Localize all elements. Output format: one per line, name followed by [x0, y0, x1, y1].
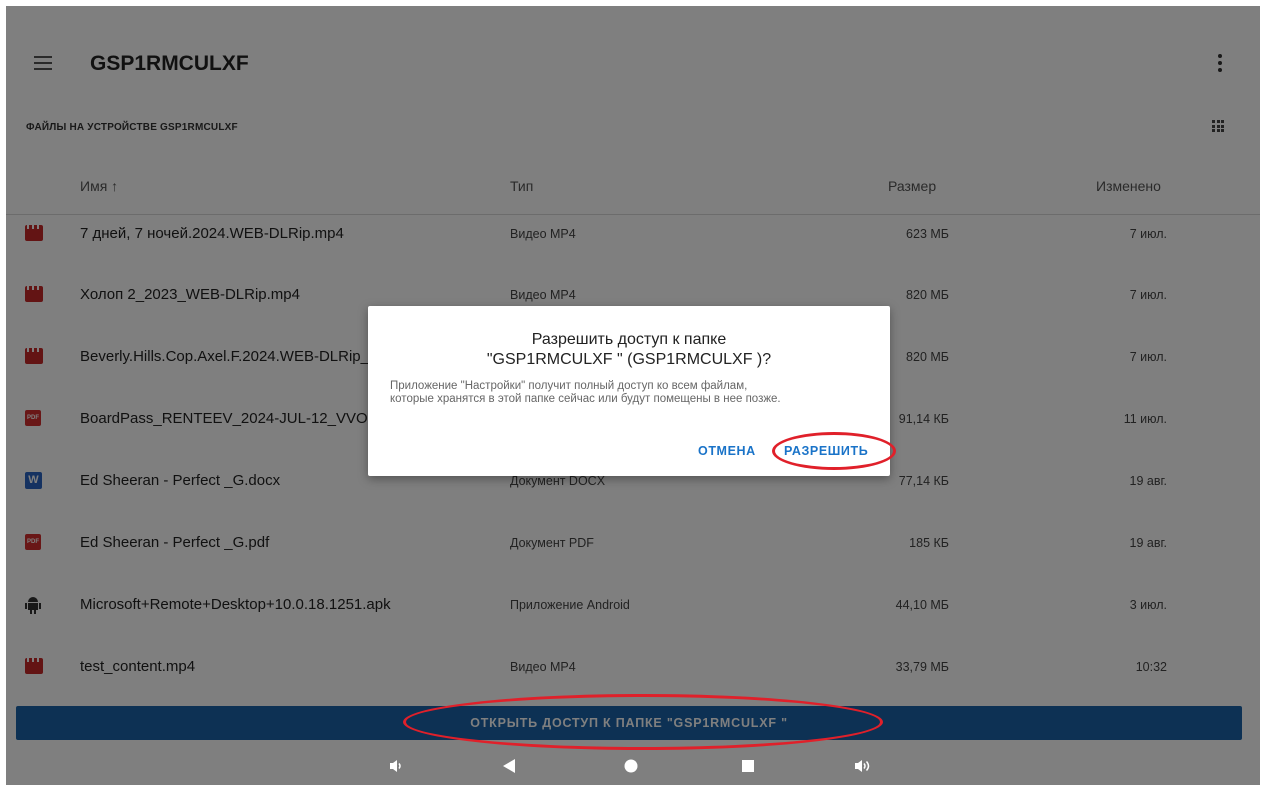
volume-up-icon[interactable] — [854, 758, 874, 774]
back-icon[interactable] — [502, 758, 516, 774]
navigation-bar — [6, 750, 1260, 785]
folder-access-dialog: Разрешить доступ к папке "GSP1RMCULXF " … — [368, 306, 896, 476]
allow-highlight-annotation — [772, 432, 896, 470]
dialog-title-line-1: Разрешить доступ к папке — [531, 331, 727, 348]
volume-down-icon[interactable] — [389, 758, 405, 774]
dialog-message: Приложение "Настройки" получит полный до… — [390, 380, 870, 406]
dialog-message-line-1: Приложение "Настройки" получит полный до… — [390, 380, 748, 392]
bottom-button-highlight-annotation — [403, 694, 883, 750]
dialog-message-line-2: которые хранятся в этой папке сейчас или… — [390, 393, 781, 405]
android-screen: 11:10 ↔ GSP1RMCULXF ФАЙЛЫ НА УСТРОЙСТВЕ … — [6, 6, 1260, 785]
dialog-title-line-2: "GSP1RMCULXF " (GSP1RMCULXF )? — [486, 351, 772, 368]
cancel-button[interactable]: ОТМЕНА — [698, 444, 756, 458]
dialog-title: Разрешить доступ к папке "GSP1RMCULXF " … — [368, 330, 890, 370]
home-icon[interactable] — [623, 758, 639, 774]
recents-icon[interactable] — [741, 758, 755, 774]
